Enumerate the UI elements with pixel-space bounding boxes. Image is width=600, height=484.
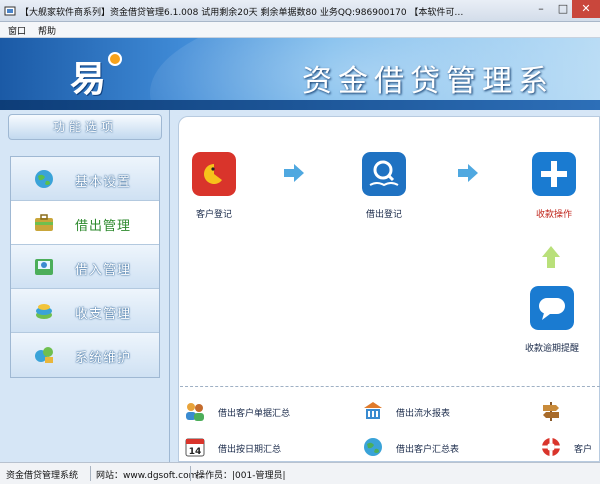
status-operator: 操作员：|001-管理员|: [196, 471, 286, 481]
globe-icon: [364, 438, 382, 456]
status-separator: [190, 466, 191, 481]
sidebar-nav: 基本设置 借出管理 借入管理 收支管理 系统维护: [10, 156, 160, 378]
flow-label: 收款操作: [535, 210, 572, 220]
app-logo: 易: [36, 44, 136, 100]
banner-title: 资金借贷管理系: [302, 64, 554, 99]
signpost-icon: [543, 402, 559, 421]
menu-window[interactable]: 窗口: [8, 24, 26, 37]
menu-bar: 窗口 帮助: [0, 22, 600, 38]
report-label: 借出客户汇总表: [396, 445, 460, 455]
inbox-icon: [35, 259, 53, 275]
nav-label: 基本设置: [75, 175, 132, 190]
report-label: 客户: [574, 445, 593, 455]
status-separator: [90, 466, 91, 481]
section-divider: [180, 386, 600, 387]
header-banner: 易 资金借贷管理系: [0, 38, 600, 110]
close-button[interactable]: ✕: [572, 0, 600, 18]
report-label: 借出按日期汇总: [218, 445, 282, 455]
window-title: 【大舰家软件商系列】资金借贷管理6.1.008 试用剩余20天 剩余单据数80 …: [20, 8, 464, 18]
app-icon: [4, 6, 16, 16]
magnifier-book-icon: [362, 152, 406, 196]
tools-icon: [35, 347, 53, 363]
report-loan-ledger[interactable]: 借出流水报表: [362, 400, 512, 422]
flow-label: 客户登记: [195, 210, 232, 220]
nav-item-income-expense[interactable]: 收支管理: [11, 289, 159, 333]
calendar-day: 14: [189, 447, 202, 457]
nav-label: 收支管理: [75, 307, 132, 322]
logo-badge-icon: [108, 52, 122, 66]
logo-glyph: 易: [70, 58, 107, 100]
people-icon: [186, 403, 204, 421]
arrow-right-icon: [458, 164, 478, 182]
status-bar: 资金借贷管理系统 网站：www.dgsoft.com 操作员：|001-管理员|: [0, 462, 600, 484]
globe-settings-icon: [35, 170, 53, 188]
lifebuoy-icon: [542, 438, 560, 456]
arrow-up-icon: [542, 246, 560, 268]
calendar-14-icon: 14: [185, 438, 205, 457]
report-by-date[interactable]: 14 借出按日期汇总: [184, 436, 334, 458]
bank-icon: [364, 402, 382, 419]
nav-label: 借入管理: [75, 263, 132, 278]
overdue-reminder-button[interactable]: 收款逾期提醒: [512, 286, 592, 354]
status-website[interactable]: 网站：www.dgsoft.com: [96, 468, 197, 481]
flow-label: 借出登记: [365, 210, 402, 220]
chat-bubble-icon: [530, 286, 574, 330]
report-signpost[interactable]: [540, 400, 600, 422]
nav-item-basic-settings[interactable]: 基本设置: [11, 157, 159, 201]
nav-label: 借出管理: [75, 219, 132, 234]
report-label: 借出客户单据汇总: [218, 409, 291, 419]
nav-item-lending[interactable]: 借出管理: [11, 201, 159, 245]
coins-icon: [36, 304, 52, 319]
report-customer-partial[interactable]: 客户: [540, 436, 600, 458]
nav-item-borrowing[interactable]: 借入管理: [11, 245, 159, 289]
report-customer-summary[interactable]: 借出客户汇总表: [362, 436, 512, 458]
plus-icon: [532, 152, 576, 196]
customer-register-button[interactable]: 客户登记: [174, 152, 254, 220]
pacman-icon: [192, 152, 236, 196]
nav-label: 系统维护: [75, 351, 132, 366]
flow-label: 收款逾期提醒: [524, 344, 579, 354]
status-app-name: 资金借贷管理系统: [6, 471, 79, 481]
nav-item-system-maintenance[interactable]: 系统维护: [11, 333, 159, 377]
loan-register-button[interactable]: 借出登记: [344, 152, 424, 220]
report-label: 借出流水报表: [396, 409, 451, 419]
sidebar-header: 功能选项: [8, 114, 162, 140]
collect-payment-button[interactable]: 收款操作: [514, 152, 594, 220]
arrow-right-icon: [284, 164, 304, 182]
report-customer-documents[interactable]: 借出客户单据汇总: [184, 400, 334, 422]
menu-help[interactable]: 帮助: [38, 24, 56, 37]
title-bar: 【大舰家软件商系列】资金借贷管理6.1.008 试用剩余20天 剩余单据数80 …: [0, 0, 600, 22]
briefcase-icon: [35, 214, 53, 231]
sidebar: 功能选项 基本设置 借出管理 借入管理 收支管理 系统维护: [0, 110, 170, 462]
